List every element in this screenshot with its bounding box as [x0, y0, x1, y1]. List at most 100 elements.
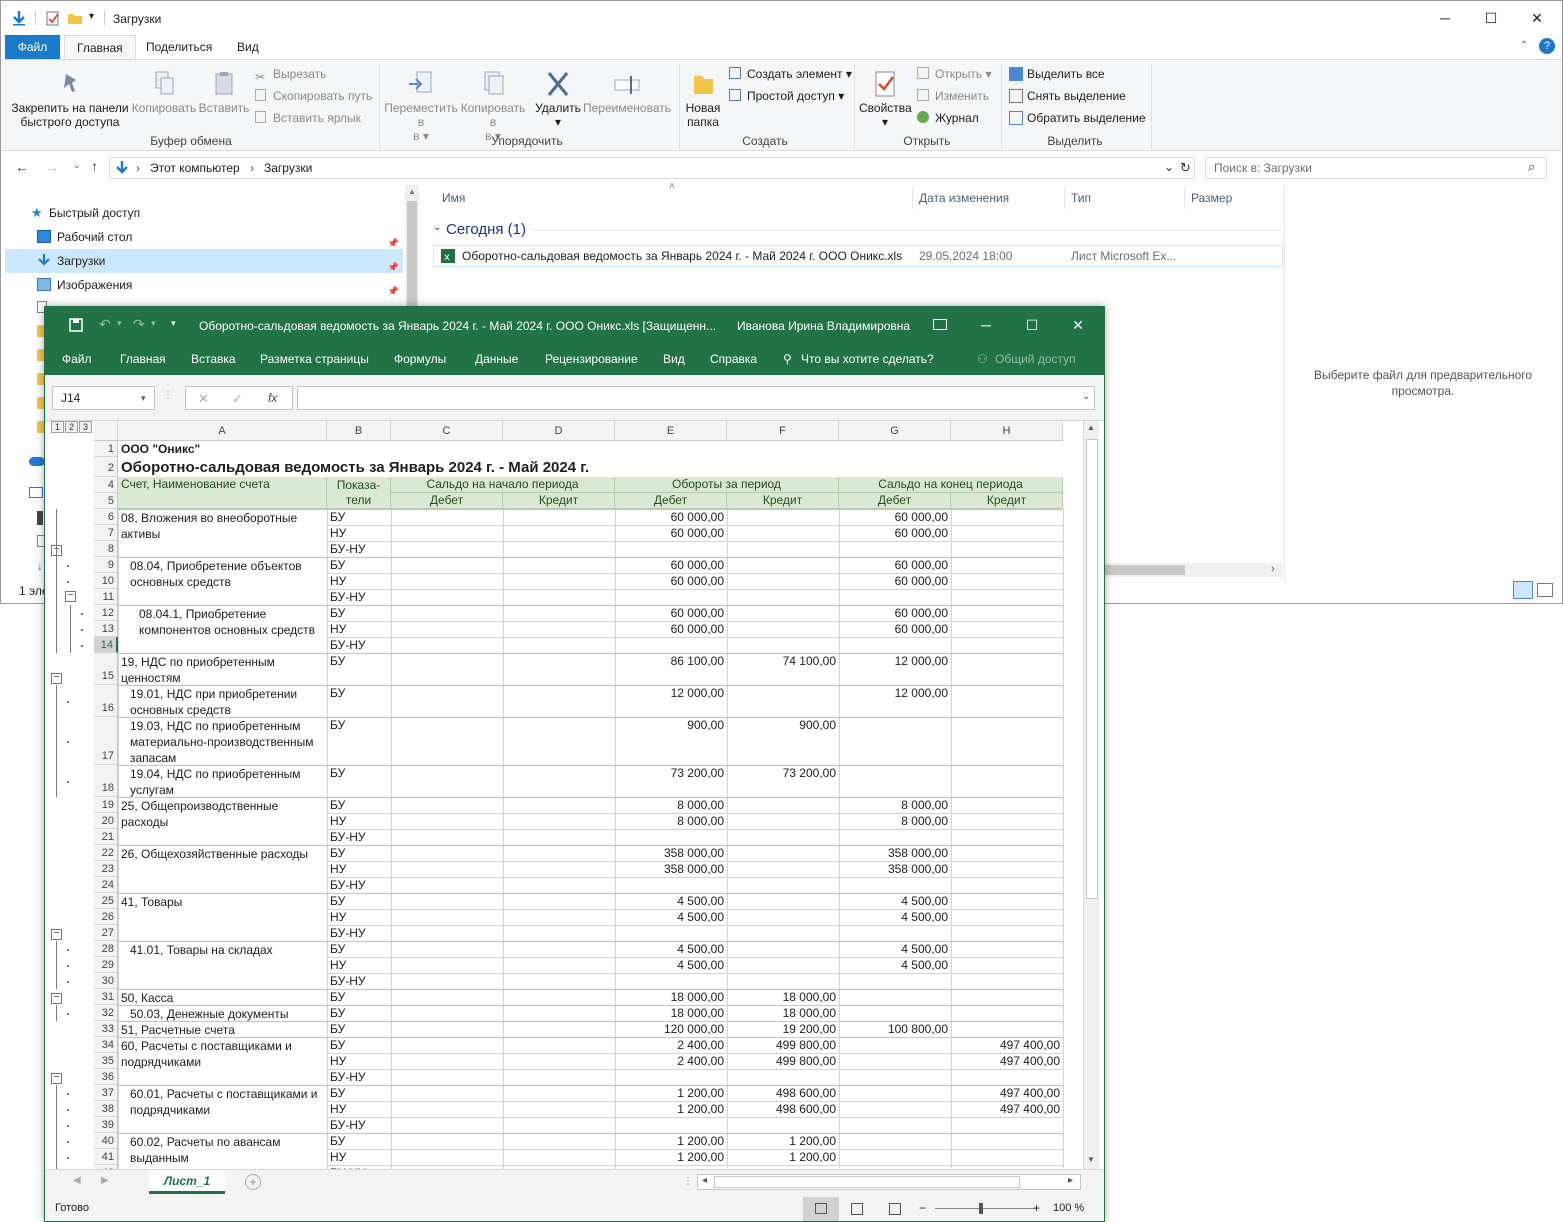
ribbon-display-icon[interactable]: [933, 319, 947, 330]
worksheet-grid[interactable]: 1 2 3 −−−−−− ABCDEFGH1245678910111213141…: [45, 421, 1104, 1169]
column-header-a[interactable]: A: [118, 421, 327, 441]
nav-item-quick-access[interactable]: ★ Быстрый доступ: [5, 201, 403, 225]
excel-minimize-button[interactable]: ─: [963, 307, 1009, 343]
menu-review[interactable]: Рецензирование: [545, 352, 638, 366]
undo-icon[interactable]: ↶: [99, 316, 111, 333]
row-header-34[interactable]: 34: [94, 1037, 118, 1053]
forward-arrow-icon[interactable]: →: [45, 159, 59, 175]
collapse-group-button[interactable]: −: [51, 929, 62, 940]
row-header-7[interactable]: 7: [94, 525, 118, 541]
row-header-32[interactable]: 32: [94, 1005, 118, 1021]
properties-icon[interactable]: [45, 10, 61, 26]
row-header-20[interactable]: 20: [94, 813, 118, 829]
details-view-icon[interactable]: [1513, 581, 1533, 599]
row-header-39[interactable]: 39: [94, 1117, 118, 1133]
copy-path-button[interactable]: Скопировать путь: [255, 86, 372, 106]
enter-icon[interactable]: ✓: [232, 391, 243, 407]
row-header-36[interactable]: 36: [94, 1069, 118, 1085]
row-header-30[interactable]: 30: [94, 973, 118, 989]
zoom-in-icon[interactable]: +: [1033, 1201, 1040, 1215]
tab-file[interactable]: Файл: [5, 35, 60, 59]
column-separator[interactable]: [912, 187, 913, 209]
column-date[interactable]: Дата изменения: [919, 185, 1009, 211]
sheet-hscrollbar[interactable]: ◂ ▸: [697, 1174, 1081, 1190]
nav-item-desktop[interactable]: Рабочий стол 📌: [5, 225, 403, 249]
properties-button[interactable]: Свойства ▾: [859, 70, 912, 129]
prev-sheet-icon[interactable]: ◀: [73, 1175, 81, 1186]
scroll-left-icon[interactable]: ◂: [702, 1175, 707, 1186]
recent-dropdown-icon[interactable]: ⌄: [73, 160, 81, 171]
delete-button[interactable]: Удалить ▾: [531, 70, 585, 129]
address-dropdown-icon[interactable]: ⌄: [1164, 160, 1174, 174]
row-header-33[interactable]: 33: [94, 1021, 118, 1037]
collapse-group-button[interactable]: −: [51, 673, 62, 684]
minimize-button[interactable]: ─: [1422, 1, 1468, 35]
row-header-41[interactable]: 41: [94, 1149, 118, 1165]
scroll-up-icon[interactable]: ▲: [408, 187, 416, 196]
column-name[interactable]: Имя: [442, 185, 465, 211]
add-sheet-icon[interactable]: +: [245, 1174, 261, 1190]
share-button[interactable]: Общий доступ: [995, 352, 1076, 366]
formula-bar-grip-icon[interactable]: ⋮: [163, 390, 173, 401]
menu-home[interactable]: Главная: [120, 352, 166, 366]
row-header-1[interactable]: 1: [94, 441, 118, 457]
sheet-vscroll-thumb[interactable]: [1086, 439, 1098, 899]
row-header-19[interactable]: 19: [94, 797, 118, 813]
formula-input[interactable]: ⌄: [297, 386, 1095, 410]
list-hscrollbar[interactable]: ›: [1105, 563, 1283, 577]
edit-button[interactable]: Изменить: [917, 86, 989, 106]
column-header-f[interactable]: F: [727, 421, 839, 441]
sheet-tab-list1[interactable]: Лист_1: [149, 1170, 225, 1194]
new-folder-icon[interactable]: [67, 10, 83, 26]
column-header-d[interactable]: D: [503, 421, 615, 441]
select-all-button[interactable]: Выделить все: [1009, 64, 1105, 84]
copy-to-button[interactable]: Копировать в в ▾: [457, 70, 529, 143]
file-row[interactable]: x Оборотно-сальдовая ведомость за Январь…: [433, 245, 1283, 267]
invert-selection-button[interactable]: Обратить выделение: [1009, 108, 1146, 128]
new-item-button[interactable]: Создать элемент ▾: [729, 64, 852, 84]
select-none-button[interactable]: Снять выделение: [1009, 86, 1126, 106]
page-break-view-icon[interactable]: [889, 1203, 901, 1215]
insert-function-icon[interactable]: fx: [268, 391, 277, 405]
breadcrumb-this-pc[interactable]: Этот компьютер: [150, 161, 240, 175]
row-header-11[interactable]: 11: [94, 589, 118, 605]
row-header-29[interactable]: 29: [94, 957, 118, 973]
maximize-button[interactable]: ☐: [1468, 1, 1514, 35]
cancel-icon[interactable]: ✕: [198, 391, 209, 407]
nav-item-pictures[interactable]: Изображения 📌: [5, 273, 403, 297]
row-header-5[interactable]: 5: [94, 493, 118, 509]
row-header-16[interactable]: 16: [94, 685, 118, 717]
list-hscroll-thumb[interactable]: [1105, 565, 1185, 575]
back-arrow-icon[interactable]: ←: [15, 159, 29, 175]
scroll-right-icon[interactable]: ▸: [1068, 1175, 1073, 1186]
column-header-h[interactable]: H: [951, 421, 1063, 441]
menu-page-layout[interactable]: Разметка страницы: [260, 352, 369, 366]
scroll-right-icon[interactable]: ›: [1271, 563, 1275, 575]
row-header-22[interactable]: 22: [94, 845, 118, 861]
cut-button[interactable]: ✂ Вырезать: [255, 64, 326, 84]
menu-insert[interactable]: Вставка: [191, 352, 236, 366]
tab-home[interactable]: Главная: [64, 35, 136, 59]
history-button[interactable]: Журнал: [917, 108, 979, 128]
pin-quick-access-button[interactable]: Закрепить на панели быстрого доступа: [9, 70, 131, 129]
row-header-18[interactable]: 18: [94, 765, 118, 797]
easy-access-button[interactable]: Простой доступ ▾: [729, 86, 844, 106]
collapse-group-button[interactable]: −: [65, 591, 76, 602]
scroll-down-icon[interactable]: ▼: [1087, 1155, 1095, 1164]
paste-shortcut-button[interactable]: Вставить ярлык: [255, 108, 361, 128]
redo-dropdown-icon[interactable]: ▾: [151, 318, 156, 329]
save-icon[interactable]: [69, 318, 83, 332]
column-header-b[interactable]: B: [327, 421, 391, 441]
menu-data[interactable]: Данные: [475, 352, 518, 366]
tab-splitter-icon[interactable]: ⋮: [683, 1176, 693, 1187]
row-header-35[interactable]: 35: [94, 1053, 118, 1069]
scroll-up-icon[interactable]: ▲: [1087, 423, 1095, 432]
collapse-group-button[interactable]: −: [51, 993, 62, 1004]
new-folder-button[interactable]: Новая папка: [683, 70, 723, 129]
user-name[interactable]: Иванова Ирина Владимировна: [737, 319, 910, 333]
row-header-2[interactable]: 2: [94, 457, 118, 477]
open-button[interactable]: Открыть ▾: [917, 64, 992, 84]
row-header-24[interactable]: 24: [94, 877, 118, 893]
select-all-corner[interactable]: [94, 421, 118, 441]
group-collapse-icon[interactable]: ⌄: [433, 222, 441, 233]
